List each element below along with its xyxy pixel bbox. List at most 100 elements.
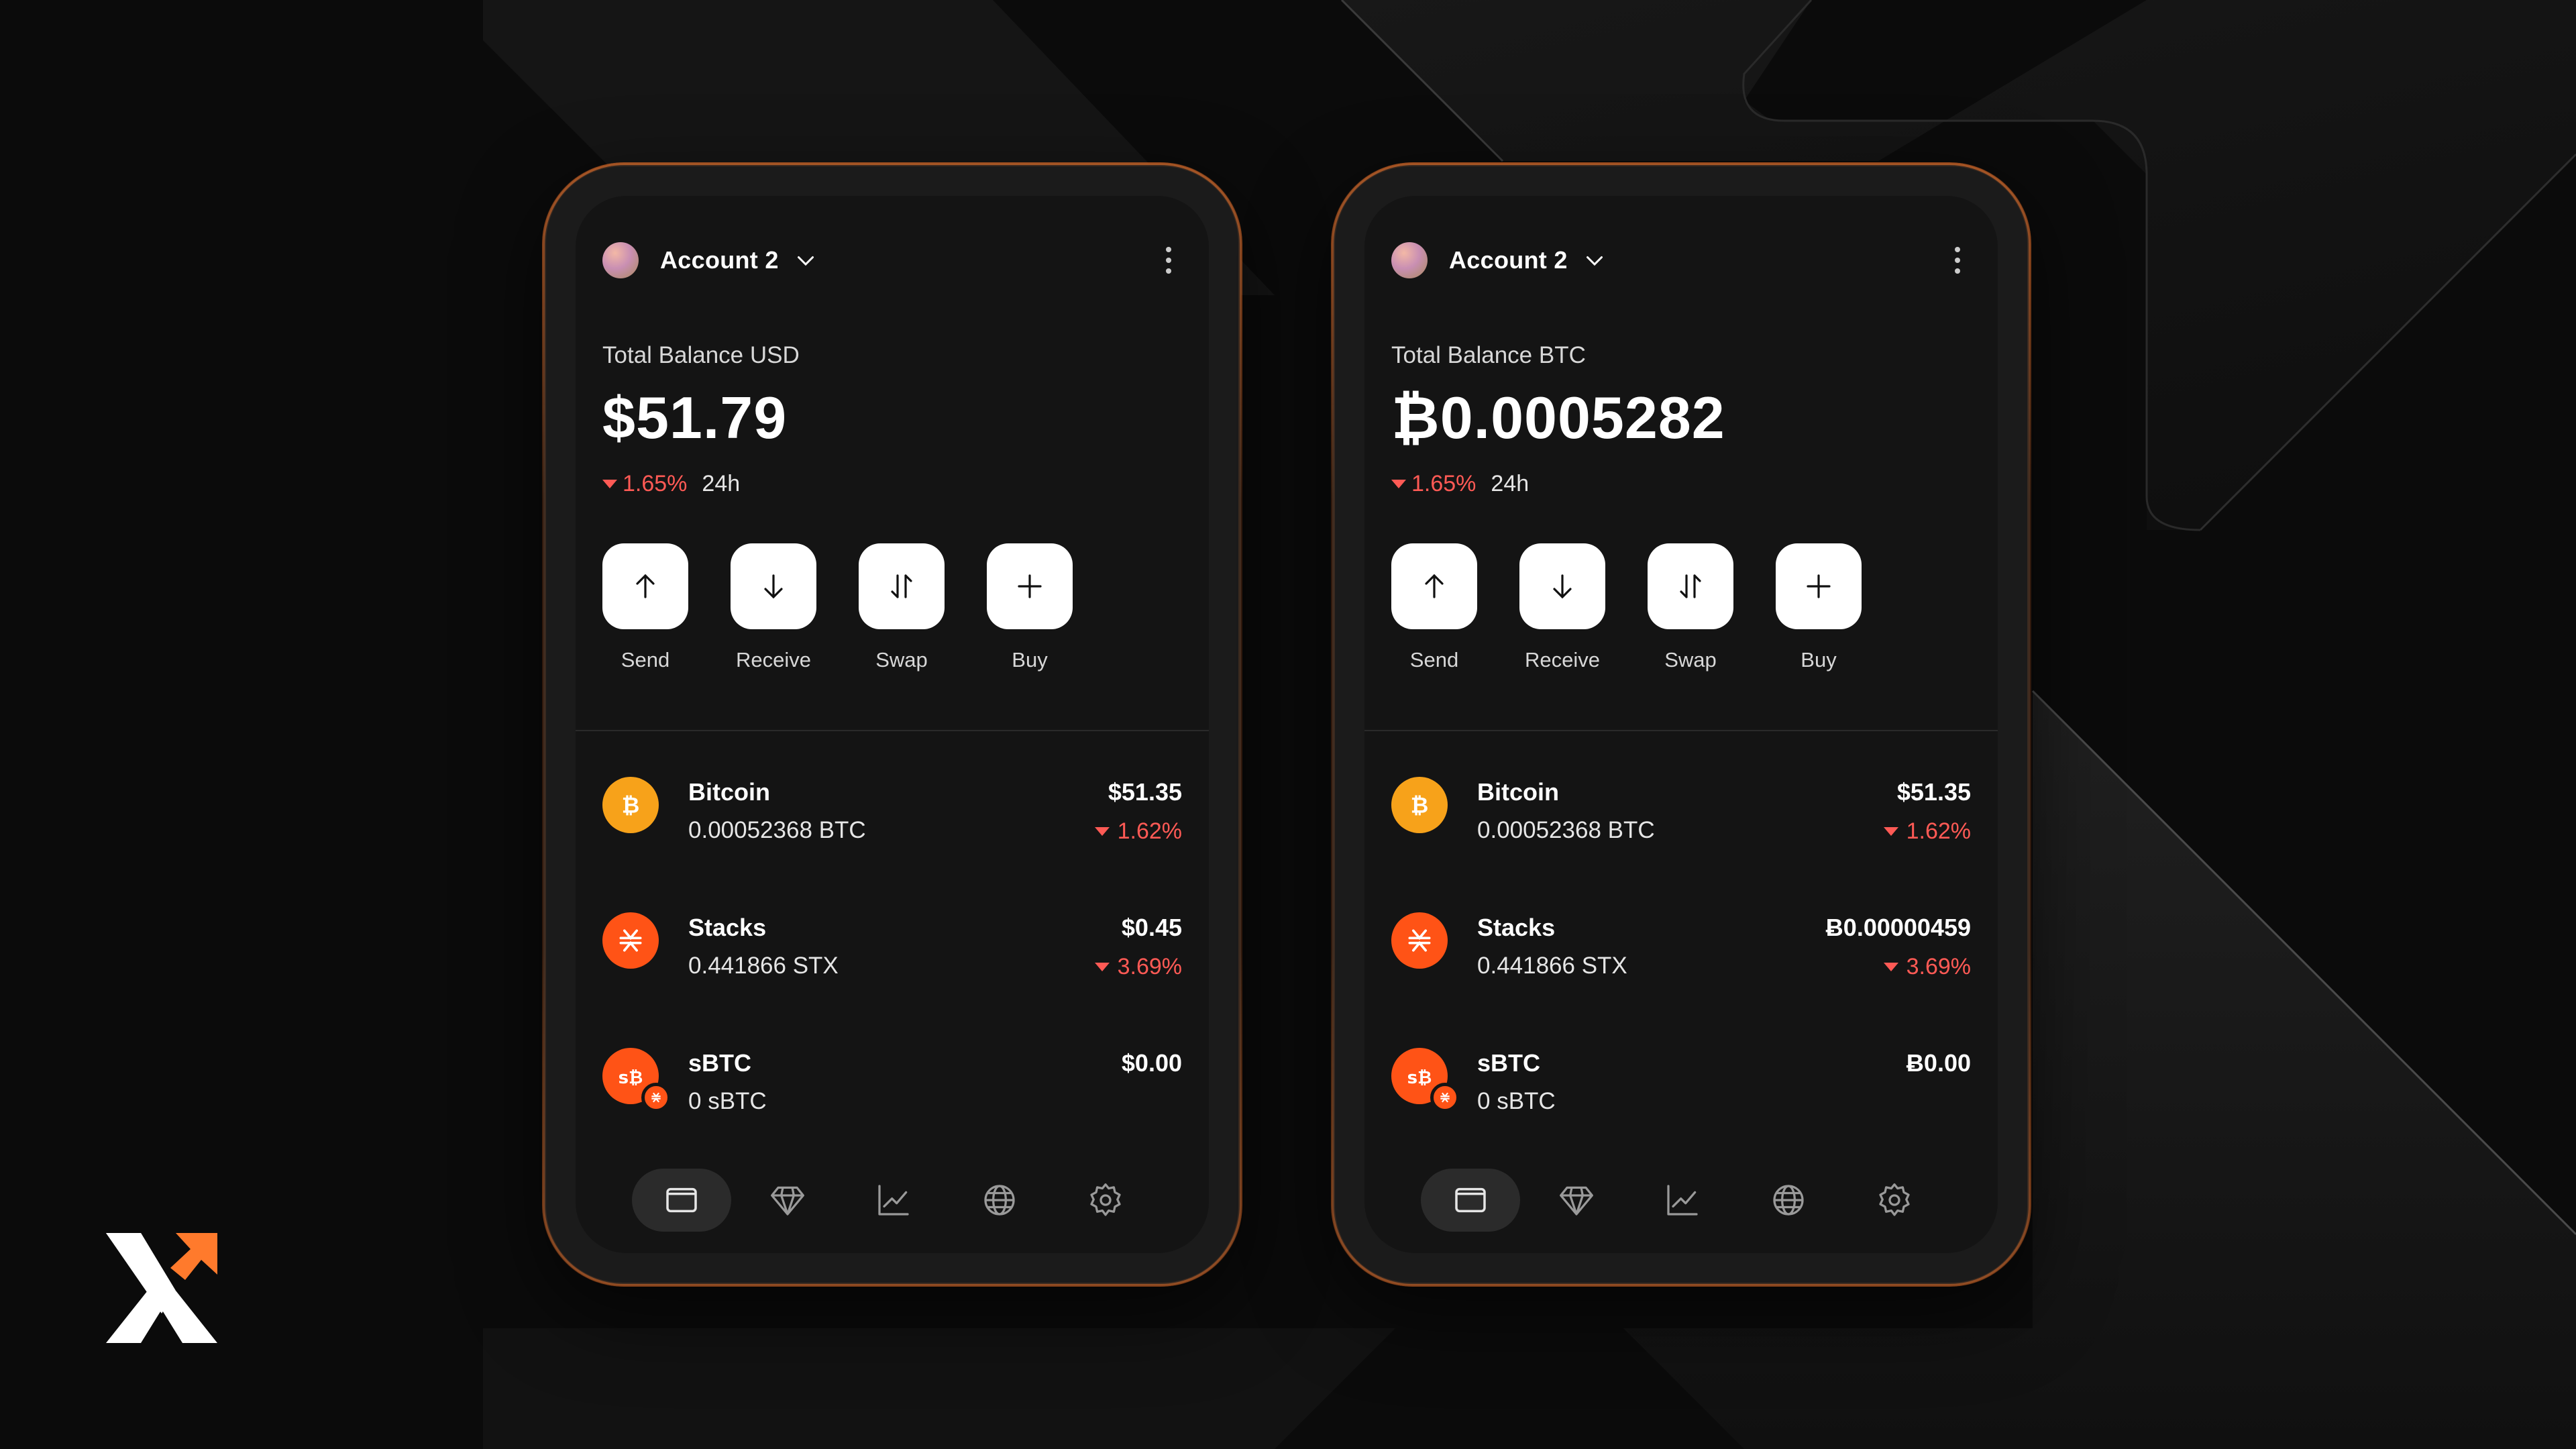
svg-text:s₿: s₿ <box>619 1068 643 1088</box>
swap-icon <box>891 574 912 598</box>
bottom-nav <box>632 1169 1162 1232</box>
account-header[interactable]: Account 2 <box>1391 233 1971 287</box>
nav-settings[interactable] <box>1056 1169 1155 1232</box>
wallet-screen: Account 2 Total Balance BTC ₿0.0005282 1… <box>1364 196 1998 1253</box>
chart-icon <box>1667 1185 1698 1216</box>
asset-name: Bitcoin <box>1477 778 1559 806</box>
change-percent: 1.65% <box>1411 471 1477 496</box>
swap-button[interactable]: Swap <box>859 543 945 672</box>
swap-button[interactable]: Swap <box>1648 543 1733 672</box>
account-name[interactable]: Account 2 <box>660 246 779 274</box>
action-bar: Send Receive Swap Buy <box>602 543 1115 672</box>
asset-change: 1.62% <box>1883 818 1971 845</box>
receive-button[interactable]: Receive <box>1519 543 1605 672</box>
asset-row-stacks[interactable]: Stacks 0.441866 STX $0.45 3.69% <box>602 900 1182 981</box>
stacks-badge-icon <box>1430 1083 1460 1112</box>
asset-row-stacks[interactable]: Stacks 0.441866 STX Ƀ0.00000459 3.69% <box>1391 900 1971 981</box>
down-triangle-icon <box>1094 827 1110 836</box>
receive-button[interactable]: Receive <box>731 543 816 672</box>
down-triangle-icon <box>1391 480 1406 488</box>
more-vertical-icon[interactable] <box>1155 240 1182 280</box>
asset-change-value: 1.62% <box>1906 818 1971 844</box>
asset-row-bitcoin[interactable]: ₿ Bitcoin 0.00052368 BTC $51.35 1.62% <box>602 765 1182 845</box>
diamond-icon <box>771 1186 804 1216</box>
swap-label: Swap <box>875 648 928 672</box>
wallet-phone-usd: Account 2 Total Balance USD $51.79 1.65%… <box>543 164 1241 1285</box>
asset-amount: 0.441866 STX <box>688 953 839 979</box>
asset-amount: 0 sBTC <box>1477 1088 1556 1114</box>
buy-button[interactable]: Buy <box>987 543 1073 672</box>
asset-change: 3.69% <box>1094 954 1182 980</box>
arrow-up-icon <box>636 574 655 598</box>
more-vertical-icon[interactable] <box>1944 240 1971 280</box>
asset-row-sbtc[interactable]: s₿ sBTC 0 sBTC Ƀ0.00 <box>1391 1036 1971 1116</box>
asset-amount: 0.441866 STX <box>1477 953 1627 979</box>
asset-value: $0.45 <box>1121 914 1182 941</box>
balance-label: Total Balance BTC <box>1391 342 1586 368</box>
send-label: Send <box>1409 648 1459 672</box>
bottom-nav <box>1421 1169 1951 1232</box>
nav-wallet[interactable] <box>632 1169 731 1232</box>
chevron-down-icon[interactable] <box>1582 248 1607 272</box>
balance-value: ₿0.0005282 <box>1391 384 1725 451</box>
balance-label: Total Balance USD <box>602 342 800 368</box>
nav-settings[interactable] <box>1845 1169 1944 1232</box>
asset-change: 3.69% <box>1883 954 1971 980</box>
divider <box>576 730 1209 731</box>
stacks-icon <box>1391 912 1448 969</box>
change-period: 24h <box>1491 471 1529 496</box>
account-header[interactable]: Account 2 <box>602 233 1182 287</box>
nav-wallet[interactable] <box>1421 1169 1520 1232</box>
buy-button[interactable]: Buy <box>1776 543 1862 672</box>
nav-activity[interactable] <box>844 1169 943 1232</box>
asset-row-bitcoin[interactable]: ₿ Bitcoin 0.00052368 BTC $51.35 1.62% <box>1391 765 1971 845</box>
arrow-up-icon <box>1425 574 1444 598</box>
asset-change-value: 3.69% <box>1906 954 1971 979</box>
arrow-down-icon <box>764 574 783 599</box>
wallet-icon <box>666 1187 697 1213</box>
action-bar: Send Receive Swap Buy <box>1391 543 1904 672</box>
nav-collectibles[interactable] <box>1527 1169 1626 1232</box>
globe-icon <box>984 1185 1015 1216</box>
gear-icon <box>1879 1183 1910 1216</box>
diamond-icon <box>1560 1186 1593 1216</box>
svg-text:₿: ₿ <box>622 793 640 818</box>
asset-change: 1.62% <box>1094 818 1182 845</box>
asset-name: Stacks <box>1477 914 1556 941</box>
nav-explore[interactable] <box>950 1169 1049 1232</box>
send-button[interactable]: Send <box>602 543 688 672</box>
swap-icon <box>1680 574 1701 598</box>
chevron-down-icon[interactable] <box>794 248 818 272</box>
asset-row-sbtc[interactable]: s₿ sBTC 0 sBTC $0.00 <box>602 1036 1182 1116</box>
avatar[interactable] <box>1391 242 1428 278</box>
change-period: 24h <box>702 471 741 496</box>
nav-collectibles[interactable] <box>738 1169 837 1232</box>
asset-value: $51.35 <box>1896 778 1971 806</box>
asset-name: Stacks <box>688 914 767 941</box>
wallet-icon <box>1455 1187 1486 1213</box>
avatar[interactable] <box>602 242 639 278</box>
nav-activity[interactable] <box>1633 1169 1732 1232</box>
asset-value: $51.35 <box>1108 778 1182 806</box>
wallet-phone-btc: Account 2 Total Balance BTC ₿0.0005282 1… <box>1332 164 2030 1285</box>
arrow-down-icon <box>1553 574 1572 599</box>
asset-amount: 0.00052368 BTC <box>1477 817 1655 843</box>
buy-label: Buy <box>1012 648 1048 672</box>
balance-value: $51.79 <box>602 384 788 451</box>
receive-label: Receive <box>736 648 811 672</box>
down-triangle-icon <box>602 480 617 488</box>
nav-explore[interactable] <box>1739 1169 1838 1232</box>
asset-value: Ƀ0.00000459 <box>1825 914 1971 941</box>
asset-value: Ƀ0.00 <box>1906 1049 1971 1077</box>
account-name[interactable]: Account 2 <box>1449 246 1568 274</box>
svg-text:s₿: s₿ <box>1407 1068 1432 1088</box>
balance-change: 1.65% 24h <box>1391 471 1529 497</box>
asset-amount: 0 sBTC <box>688 1088 767 1114</box>
swap-label: Swap <box>1664 648 1717 672</box>
send-button[interactable]: Send <box>1391 543 1477 672</box>
asset-name: sBTC <box>688 1049 752 1077</box>
asset-change-value: 1.62% <box>1117 818 1182 844</box>
change-percent: 1.65% <box>623 471 688 496</box>
bitcoin-icon: ₿ <box>602 777 659 833</box>
receive-label: Receive <box>1525 648 1600 672</box>
